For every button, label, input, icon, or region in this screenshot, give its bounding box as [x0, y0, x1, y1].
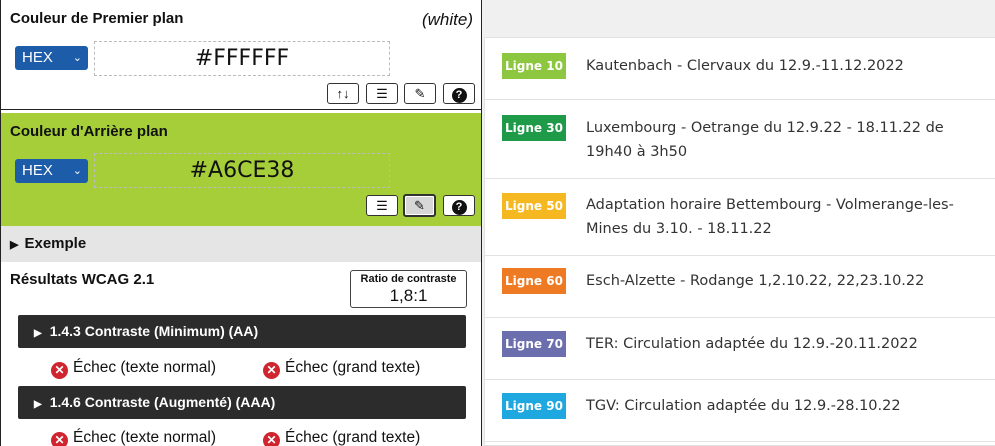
line-description[interactable]: Kautenbach - Clervaux du 12.9.-11.12.202…	[586, 54, 986, 78]
result-text: Échec (grand texte)	[285, 359, 421, 376]
disclosure-triangle-icon: ▶	[34, 399, 42, 410]
list-item[interactable]: Ligne 70 TER: Circulation adaptée du 12.…	[485, 318, 995, 380]
foreground-format-select[interactable]: HEX ⌄	[15, 46, 88, 70]
result-large-text-aa: ✕ Échec (grand texte)	[263, 358, 420, 379]
line-description[interactable]: TER: Circulation adaptée du 12.9.-20.11.…	[586, 332, 986, 356]
background-help-button[interactable]: ?	[443, 195, 475, 216]
line-badge: Ligne 60	[502, 268, 566, 294]
sliders-icon: ☰	[376, 86, 388, 101]
line-description[interactable]: TGV: Circulation adaptée du 12.9.-28.10.…	[586, 394, 986, 418]
eyedropper-icon: ✎	[414, 86, 426, 101]
example-disclosure[interactable]: ▶ Exemple	[1, 226, 481, 262]
list-item[interactable]: Ligne 60 Esch-Alzette - Rodange 1,2.10.2…	[485, 256, 995, 318]
criterion-label: 1.4.6 Contraste (Augmenté) (AAA)	[49, 394, 276, 410]
eyedropper-icon: ✎	[414, 198, 425, 213]
result-normal-text-aa: ✕ Échec (texte normal)	[51, 358, 216, 379]
disclosure-triangle-icon: ▶	[10, 239, 19, 251]
result-text: Échec (texte normal)	[73, 429, 216, 446]
background-title: Couleur d'Arrière plan	[10, 123, 168, 140]
result-text: Échec (texte normal)	[73, 359, 216, 376]
background-eyedropper-button[interactable]: ✎	[403, 194, 436, 217]
line-badge: Ligne 50	[502, 193, 566, 219]
list-item[interactable]: Ligne 90 TGV: Circulation adaptée du 12.…	[485, 380, 995, 442]
list-item[interactable]: Ligne 10 Kautenbach - Clervaux du 12.9.-…	[485, 38, 995, 100]
line-description[interactable]: Luxembourg - Oetrange du 12.9.22 - 18.11…	[586, 116, 986, 164]
foreground-sliders-button[interactable]: ☰	[366, 83, 398, 104]
background-color-section: Couleur d'Arrière plan HEX ⌄ #A6CE38 ☰ ✎…	[1, 113, 481, 226]
foreground-title: Couleur de Premier plan	[10, 10, 184, 27]
line-description[interactable]: Adaptation horaire Bettembourg - Volmera…	[586, 193, 986, 241]
format-select-value: HEX	[22, 162, 53, 179]
result-text: Échec (grand texte)	[285, 429, 421, 446]
sliders-icon: ☰	[376, 198, 388, 213]
page-top-band	[482, 0, 995, 22]
criterion-1-4-3-toggle[interactable]: ▶ 1.4.3 Contraste (Minimum) (AA)	[18, 315, 466, 348]
line-badge: Ligne 90	[502, 393, 566, 419]
line-badge: Ligne 70	[502, 331, 566, 357]
help-icon: ?	[451, 200, 467, 215]
list-item[interactable]: Ligne 30 Luxembourg - Oetrange du 12.9.2…	[485, 100, 995, 179]
ratio-value: 1,8:1	[389, 286, 428, 305]
list-item[interactable]: Ligne 50 Adaptation horaire Bettembourg …	[485, 179, 995, 256]
fail-icon: ✕	[51, 432, 68, 446]
line-disruptions-list: Ligne 10 Kautenbach - Clervaux du 12.9.-…	[484, 37, 995, 446]
swap-arrows-icon: ↑↓	[336, 86, 350, 101]
result-large-text-aaa: ✕ Échec (grand texte)	[263, 428, 420, 446]
example-label: Exemple	[24, 235, 87, 252]
foreground-color-name: (white)	[421, 10, 473, 29]
line-badge: Ligne 10	[502, 53, 566, 79]
criterion-label: 1.4.3 Contraste (Minimum) (AA)	[49, 323, 259, 339]
swap-colors-button[interactable]: ↑↓	[327, 83, 359, 104]
foreground-eyedropper-button[interactable]: ✎	[404, 83, 436, 104]
help-icon: ?	[451, 88, 467, 103]
line-description[interactable]: Esch-Alzette - Rodange 1,2.10.22, 22,23.…	[586, 269, 986, 293]
line-badge: Ligne 30	[502, 115, 566, 141]
chevron-down-icon: ⌄	[72, 165, 82, 177]
disclosure-triangle-icon: ▶	[34, 328, 42, 339]
fail-icon: ✕	[263, 362, 280, 379]
foreground-help-button[interactable]: ?	[443, 83, 475, 104]
chevron-down-icon: ⌄	[72, 52, 82, 64]
results-title: Résultats WCAG 2.1	[10, 271, 155, 288]
result-normal-text-aaa: ✕ Échec (texte normal)	[51, 428, 216, 446]
background-sliders-button[interactable]: ☰	[366, 195, 398, 216]
foreground-hex-input[interactable]: #FFFFFF	[94, 41, 390, 76]
foreground-color-section: Couleur de Premier plan (white) HEX ⌄ #F…	[1, 0, 481, 110]
contrast-checker-panel: Couleur de Premier plan (white) HEX ⌄ #F…	[0, 0, 482, 446]
ratio-label: Ratio de contraste	[360, 273, 457, 285]
format-select-value: HEX	[22, 49, 53, 66]
criterion-1-4-6-toggle[interactable]: ▶ 1.4.6 Contraste (Augmenté) (AAA)	[18, 386, 466, 419]
contrast-ratio-box: Ratio de contraste 1,8:1	[350, 270, 467, 308]
fail-icon: ✕	[51, 362, 68, 379]
background-hex-input[interactable]: #A6CE38	[94, 153, 390, 188]
fail-icon: ✕	[263, 432, 280, 446]
background-format-select[interactable]: HEX ⌄	[15, 159, 88, 183]
